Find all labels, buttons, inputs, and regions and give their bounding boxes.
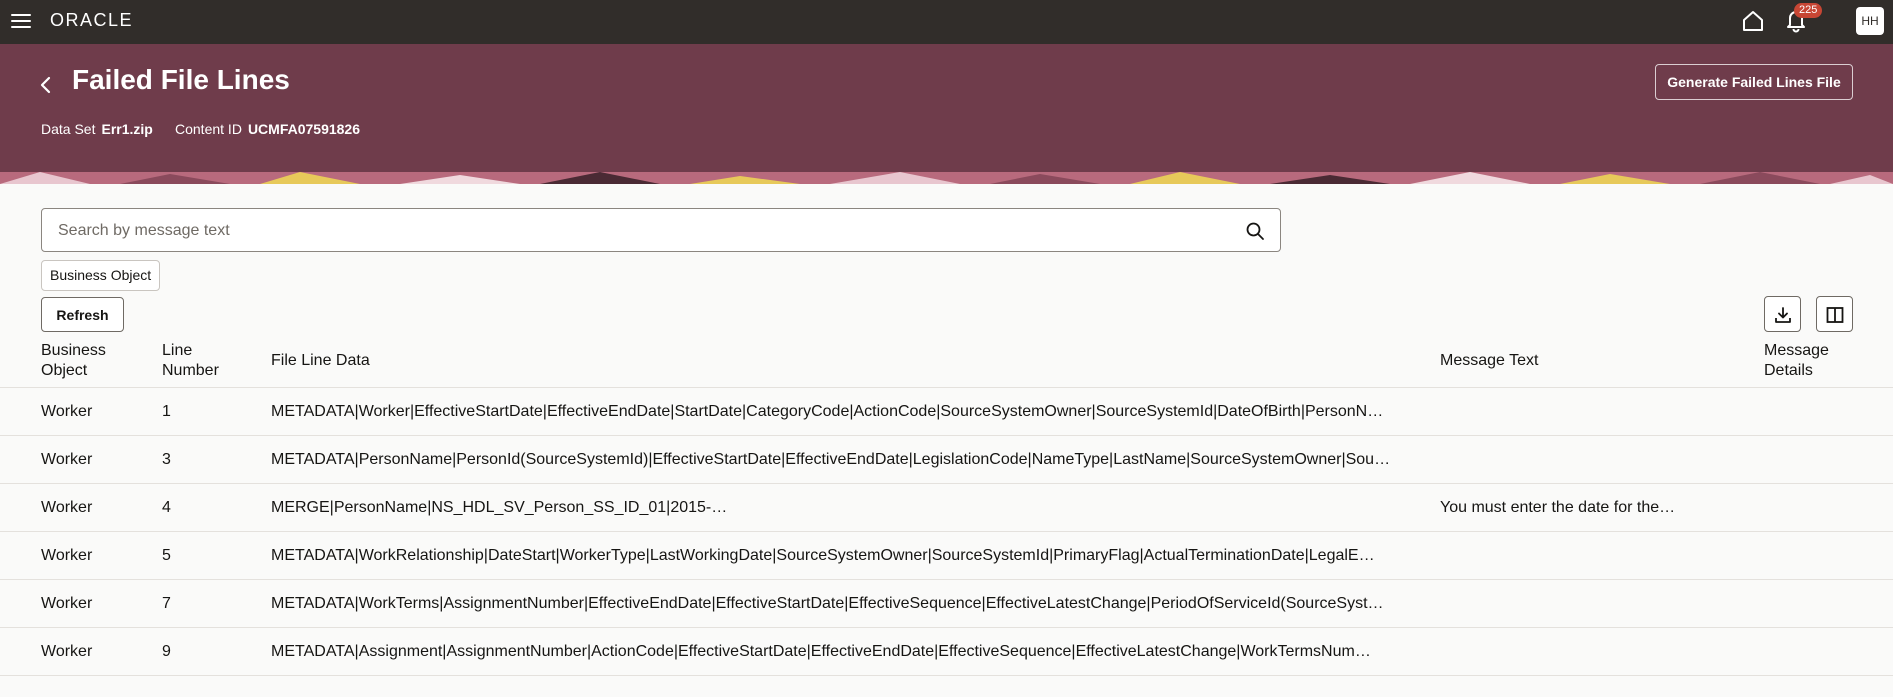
- content-id-value: UCMFA07591826: [247, 121, 360, 137]
- cell-business-object: Worker: [41, 643, 93, 660]
- table-row[interactable]: Worker 1 METADATA|Worker|EffectiveStartD…: [0, 388, 1893, 436]
- content-id-label: Content ID: [175, 121, 242, 137]
- notification-badge: 225: [1794, 3, 1823, 18]
- cell-line-number: 4: [162, 499, 171, 516]
- top-bar: ORACLE 225 HH: [0, 0, 1893, 44]
- back-chevron-icon[interactable]: [36, 70, 56, 100]
- data-set-value: Err1.zip: [101, 121, 153, 137]
- cell-file-line-data: METADATA|WorkTerms|AssignmentNumber|Effe…: [271, 595, 1384, 612]
- manage-columns-button[interactable]: [1816, 296, 1853, 332]
- decorative-banner-pattern: [0, 172, 1893, 184]
- cell-file-line-data: METADATA|Worker|EffectiveStartDate|Effec…: [271, 403, 1384, 420]
- table-row[interactable]: Worker 5 METADATA|WorkRelationship|DateS…: [0, 532, 1893, 580]
- column-header-message-details[interactable]: Message Details: [1764, 341, 1829, 381]
- cell-business-object: Worker: [41, 595, 93, 612]
- cell-line-number: 5: [162, 547, 171, 564]
- search-input[interactable]: [58, 221, 1238, 241]
- column-header-business-object[interactable]: Business Object: [41, 341, 106, 381]
- content-id-info: Content ID UCMFA07591826: [175, 121, 360, 137]
- cell-line-number: 7: [162, 595, 171, 612]
- column-header-line-number[interactable]: Line Number: [162, 341, 219, 381]
- table-row[interactable]: Worker 3 METADATA|PersonName|PersonId(So…: [0, 436, 1893, 484]
- generate-failed-lines-file-button[interactable]: Generate Failed Lines File: [1655, 64, 1853, 100]
- page-title: Failed File Lines: [72, 64, 290, 95]
- cell-file-line-data: METADATA|WorkRelationship|DateStart|Work…: [271, 547, 1375, 564]
- search-icon[interactable]: [1245, 221, 1265, 241]
- oracle-logo: ORACLE: [50, 10, 134, 30]
- cell-business-object: Worker: [41, 547, 93, 564]
- data-set-info: Data Set Err1.zip: [41, 121, 153, 137]
- cell-business-object: Worker: [41, 451, 93, 468]
- cell-file-line-data: MERGE|PersonName|NS_HDL_SV_Person_SS_ID_…: [271, 499, 728, 516]
- hamburger-menu-icon[interactable]: [9, 11, 33, 31]
- refresh-button[interactable]: Refresh: [41, 297, 124, 332]
- cell-business-object: Worker: [41, 403, 93, 420]
- table-row[interactable]: Worker 9 METADATA|Assignment|AssignmentN…: [0, 628, 1893, 676]
- table-row[interactable]: Worker 7 METADATA|WorkTerms|AssignmentNu…: [0, 580, 1893, 628]
- download-icon: [1775, 307, 1791, 323]
- export-button[interactable]: [1764, 296, 1801, 332]
- column-header-file-line-data[interactable]: File Line Data: [271, 351, 370, 371]
- home-icon[interactable]: [1740, 8, 1766, 34]
- table-row[interactable]: Worker 4 MERGE|PersonName|NS_HDL_SV_Pers…: [0, 484, 1893, 532]
- cell-line-number: 9: [162, 643, 171, 660]
- columns-icon: [1826, 307, 1844, 323]
- data-set-label: Data Set: [41, 121, 96, 137]
- page-header: Failed File Lines Data Set Err1.zip Conte…: [0, 44, 1893, 184]
- cell-file-line-data: METADATA|PersonName|PersonId(SourceSyste…: [271, 451, 1391, 468]
- cell-file-line-data: METADATA|Assignment|AssignmentNumber|Act…: [271, 643, 1371, 660]
- cell-business-object: Worker: [41, 499, 93, 516]
- search-box: [41, 208, 1281, 252]
- user-avatar[interactable]: HH: [1856, 7, 1884, 35]
- column-header-message-text[interactable]: Message Text: [1440, 351, 1538, 371]
- cell-line-number: 1: [162, 403, 171, 420]
- cell-message-text: You must enter the date for the…: [1440, 499, 1676, 516]
- business-object-filter-chip[interactable]: Business Object: [41, 260, 161, 291]
- cell-line-number: 3: [162, 451, 171, 468]
